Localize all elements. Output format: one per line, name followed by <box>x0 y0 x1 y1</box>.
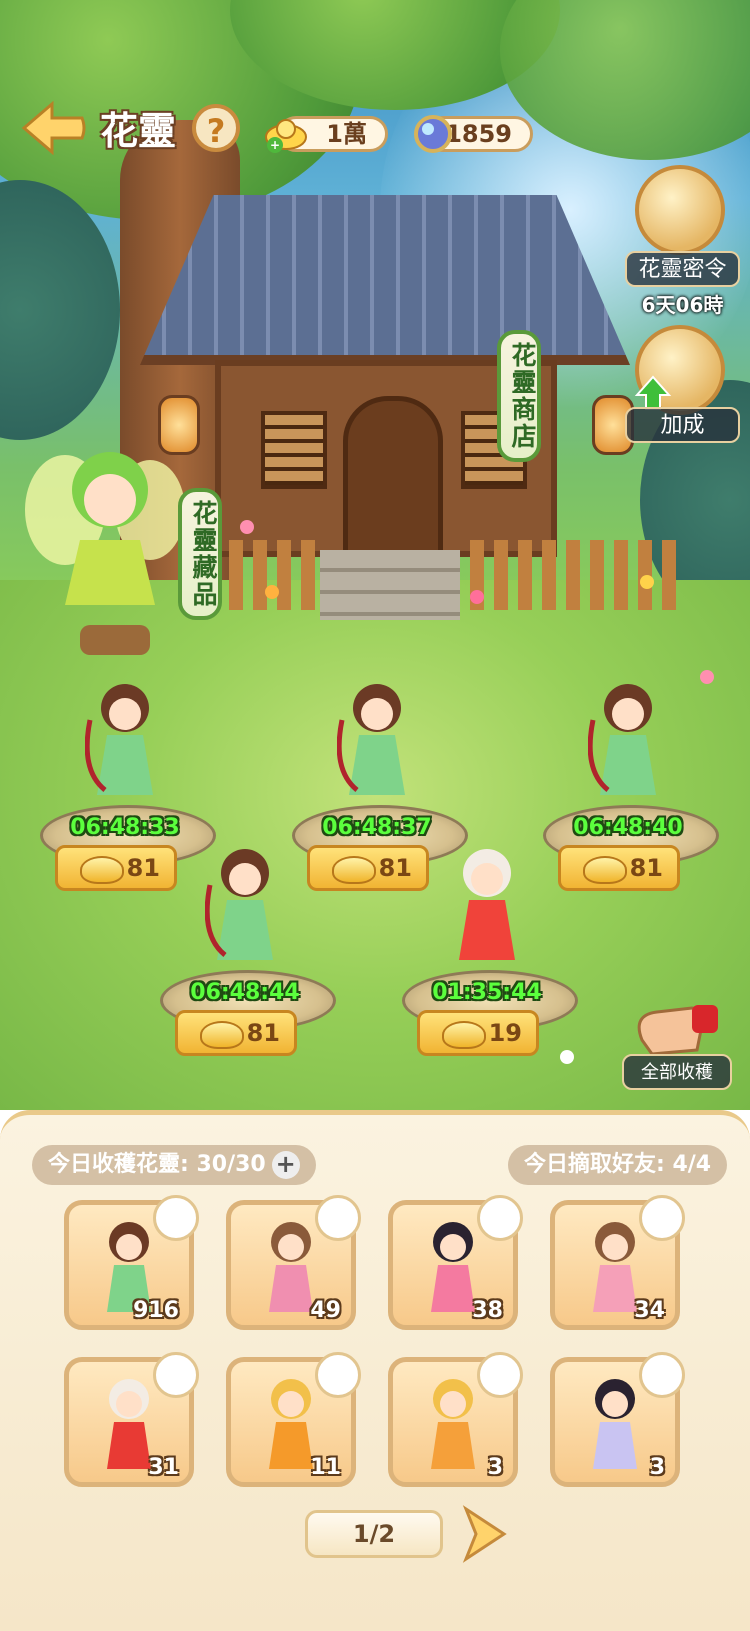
fairy-figure <box>459 849 515 960</box>
plot-timer: 06:48:40 <box>573 815 683 840</box>
fairy-card[interactable]: 916 <box>64 1195 199 1330</box>
gold-ingot-icon <box>80 856 124 884</box>
harvest-today-text: 今日收穫花靈: 30/30 <box>48 1152 266 1177</box>
fairy-figure <box>205 849 273 960</box>
back-arrow-icon[interactable] <box>20 100 88 156</box>
spirit-pass-button[interactable]: 花靈密令 6天06時 <box>625 165 740 317</box>
card-count: 916 <box>133 1298 179 1323</box>
gold-ingot-icon <box>200 1021 244 1049</box>
card-count: 3 <box>487 1455 503 1480</box>
page-title: 花靈 <box>100 109 177 153</box>
collect-all-button[interactable]: 全部收穫 <box>622 1000 732 1090</box>
fairy-card[interactable]: 49 <box>226 1195 361 1330</box>
reward-amount: 19 <box>488 1019 522 1047</box>
fairy-card[interactable]: 38 <box>388 1195 523 1330</box>
card-count: 11 <box>310 1455 341 1480</box>
fairy-card[interactable]: 34 <box>550 1195 685 1330</box>
page-indicator: 1/2 <box>305 1510 443 1558</box>
harvest-button[interactable]: 81 <box>175 1010 297 1056</box>
fairy-card[interactable]: 31 <box>64 1352 199 1487</box>
gold-amount: 1萬 <box>326 120 367 148</box>
house-window <box>261 411 327 489</box>
shop-sign[interactable]: 花靈商店 <box>497 330 541 462</box>
collection-sign[interactable]: 花靈藏品 <box>178 488 222 620</box>
fairy-card[interactable]: 3 <box>388 1352 523 1487</box>
bg-tree <box>0 180 120 440</box>
fairy-plot[interactable]: 06:48:44 81 <box>160 845 340 1065</box>
house-door <box>343 396 443 556</box>
boost-label: 加成 <box>625 407 740 443</box>
spell-book-icon <box>635 165 725 255</box>
collect-all-label: 全部收穫 <box>622 1054 732 1090</box>
flower-badge-icon <box>639 1195 685 1241</box>
gold-ingot-icon <box>583 856 627 884</box>
svg-text:+: + <box>270 138 280 152</box>
flower-badge-icon <box>477 1352 523 1398</box>
next-page-arrow-icon[interactable] <box>460 1505 508 1563</box>
reward-amount: 81 <box>246 1019 280 1047</box>
card-count: 3 <box>649 1455 665 1480</box>
fairy-card[interactable]: 11 <box>226 1352 361 1487</box>
guide-fairy <box>25 452 185 655</box>
flower-badge-icon <box>315 1195 361 1241</box>
card-count: 38 <box>472 1298 503 1323</box>
fairy-figure <box>337 684 405 795</box>
help-button[interactable]: ? <box>192 104 240 152</box>
fairy-plot[interactable]: 01:35:44 19 <box>402 845 582 1065</box>
harvest-button[interactable]: 19 <box>417 1010 539 1056</box>
fairy-figure <box>85 684 153 795</box>
reward-amount: 81 <box>126 854 160 882</box>
flower-badge-icon <box>153 1352 199 1398</box>
flower <box>640 575 654 589</box>
gold-ingot-icon: + <box>265 119 307 153</box>
card-count: 49 <box>310 1298 341 1323</box>
plot-timer: 01:35:44 <box>432 980 542 1005</box>
card-count: 31 <box>148 1455 179 1480</box>
stone-steps <box>320 550 460 620</box>
reward-amount: 81 <box>629 854 663 882</box>
card-count: 34 <box>634 1298 665 1323</box>
gold-ingot-icon <box>442 1021 486 1049</box>
gem-counter: 1859 <box>414 115 533 153</box>
flower-badge-icon <box>477 1195 523 1241</box>
hand-icon <box>637 1005 718 1056</box>
flower <box>265 585 279 599</box>
flower <box>470 590 484 604</box>
plot-timer: 06:48:33 <box>70 815 180 840</box>
fairy-figure <box>588 684 656 795</box>
spirit-pass-timer: 6天06時 <box>641 293 724 317</box>
pick-friends-stat: 今日摘取好友: 4/4 <box>508 1145 728 1185</box>
flower-badge-icon <box>639 1352 685 1398</box>
gold-counter: + 1萬 <box>265 116 388 153</box>
harvest-today-stat: 今日收穫花靈: 30/30 + <box>32 1145 316 1185</box>
boost-button[interactable]: 加成 <box>625 325 740 445</box>
plot-timer: 06:48:37 <box>322 815 432 840</box>
flower-badge-icon <box>315 1352 361 1398</box>
harvest-button[interactable]: 81 <box>55 845 177 891</box>
flower-badge-icon <box>153 1195 199 1241</box>
gem-orb-icon <box>414 115 452 153</box>
fence <box>205 540 325 610</box>
add-harvest-button[interactable]: + <box>271 1151 300 1179</box>
fairy-card[interactable]: 3 <box>550 1352 685 1487</box>
house-roof <box>140 195 630 365</box>
plot-timer: 06:48:44 <box>190 980 300 1005</box>
spirit-pass-label: 花靈密令 <box>625 251 740 287</box>
flower <box>240 520 254 534</box>
